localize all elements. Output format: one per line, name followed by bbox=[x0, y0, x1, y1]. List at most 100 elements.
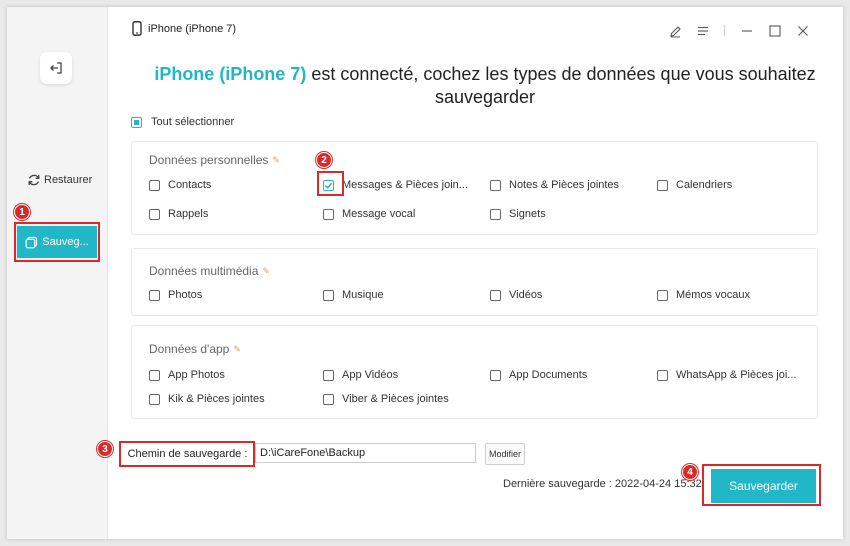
checkbox-icon bbox=[323, 289, 334, 301]
annotation-box-4 bbox=[702, 464, 821, 506]
section-title-text: Données personnelles bbox=[149, 153, 269, 167]
item-label: Signets bbox=[509, 208, 546, 220]
section-title-text: Données d'app bbox=[149, 342, 230, 356]
item-app-videos[interactable]: App Vidéos bbox=[323, 369, 398, 381]
checkbox-icon bbox=[149, 208, 160, 220]
checkbox-icon bbox=[490, 208, 501, 220]
section-media: Données multimédia ✎ Photos Musique Vidé… bbox=[131, 248, 818, 316]
item-label: Notes & Pièces jointes bbox=[509, 179, 620, 191]
annotation-badge-1: 1 bbox=[14, 204, 30, 220]
back-button[interactable] bbox=[40, 52, 72, 84]
annotation-badge-2: 2 bbox=[316, 152, 332, 168]
checkbox-icon bbox=[490, 179, 501, 191]
section-title-text: Données multimédia bbox=[149, 264, 259, 278]
annotation-box-3 bbox=[119, 441, 255, 467]
item-app-photos[interactable]: App Photos bbox=[149, 369, 225, 381]
edit-button[interactable] bbox=[667, 23, 683, 39]
annotation-box-2 bbox=[317, 171, 344, 196]
minimize-button[interactable] bbox=[739, 23, 755, 39]
item-viber[interactable]: Viber & Pièces jointes bbox=[323, 393, 449, 405]
item-label: App Photos bbox=[168, 369, 225, 381]
item-label: Viber & Pièces jointes bbox=[342, 393, 449, 405]
item-videos[interactable]: Vidéos bbox=[490, 289, 542, 301]
annotation-badge-3: 3 bbox=[97, 441, 113, 457]
annotation-badge-4: 4 bbox=[682, 464, 698, 480]
checkbox-icon bbox=[149, 179, 160, 191]
sidebar: Restaurer Sauveg... bbox=[7, 7, 108, 539]
item-label: Rappels bbox=[168, 208, 209, 220]
item-label: Vidéos bbox=[509, 289, 543, 301]
item-notes[interactable]: Notes & Pièces jointes bbox=[490, 179, 619, 191]
checkbox-partial-icon bbox=[131, 116, 142, 128]
modify-path-button[interactable]: Modifier bbox=[485, 443, 525, 465]
section-title-media: Données multimédia ✎ bbox=[149, 264, 270, 278]
item-label: WhatsApp & Pièces joi... bbox=[676, 369, 797, 381]
close-icon bbox=[798, 26, 808, 36]
page-title: iPhone (iPhone 7) est connecté, cochez l… bbox=[127, 63, 843, 109]
section-app: Données d'app ✎ App Photos App Vidéos Ap… bbox=[131, 325, 818, 419]
pencil-icon: ✎ bbox=[272, 154, 280, 165]
section-title-app: Données d'app ✎ bbox=[149, 342, 241, 356]
item-voicemail[interactable]: Message vocal bbox=[323, 208, 415, 220]
item-calendars[interactable]: Calendriers bbox=[657, 179, 732, 191]
checkbox-icon bbox=[657, 369, 668, 381]
checkbox-icon bbox=[657, 179, 668, 191]
item-label: Contacts bbox=[168, 179, 212, 191]
item-label: Photos bbox=[168, 289, 203, 301]
select-all-label: Tout sélectionner bbox=[151, 116, 235, 128]
maximize-icon bbox=[769, 25, 781, 37]
item-label: Musique bbox=[342, 289, 384, 301]
item-label: Kik & Pièces jointes bbox=[168, 393, 265, 405]
device-title: iPhone (iPhone 7) bbox=[148, 22, 237, 35]
checkbox-icon bbox=[149, 393, 160, 405]
sign-out-icon bbox=[50, 62, 62, 74]
item-label: Message vocal bbox=[342, 208, 416, 220]
phone-icon bbox=[132, 21, 142, 36]
item-label: App Vidéos bbox=[342, 369, 399, 381]
item-photos[interactable]: Photos bbox=[149, 289, 202, 301]
checkbox-icon bbox=[149, 369, 160, 381]
item-label: Calendriers bbox=[676, 179, 733, 191]
section-personal: Données personnelles ✎ Contacts Messages… bbox=[131, 141, 818, 235]
checkbox-icon bbox=[323, 393, 334, 405]
sidebar-item-restore[interactable]: Restaurer bbox=[27, 173, 92, 187]
backup-path-input[interactable] bbox=[255, 443, 476, 463]
refresh-icon bbox=[28, 174, 40, 186]
item-label: Mémos vocaux bbox=[676, 289, 750, 301]
item-kik[interactable]: Kik & Pièces jointes bbox=[149, 393, 265, 405]
item-voice-memos[interactable]: Mémos vocaux bbox=[657, 289, 750, 301]
close-button[interactable] bbox=[795, 23, 811, 39]
item-app-documents[interactable]: App Documents bbox=[490, 369, 587, 381]
select-all-checkbox[interactable]: Tout sélectionner bbox=[131, 116, 234, 128]
title-bar: iPhone (iPhone 7) bbox=[132, 21, 236, 36]
title-separator bbox=[724, 25, 725, 36]
heading-text: est connecté, cochez les types de donnée… bbox=[306, 64, 816, 107]
annotation-box-1 bbox=[14, 222, 100, 262]
item-contacts[interactable]: Contacts bbox=[149, 179, 211, 191]
item-label: Messages & Pièces join... bbox=[342, 179, 468, 191]
checkbox-icon bbox=[657, 289, 668, 301]
menu-icon bbox=[698, 26, 708, 36]
device-name: iPhone (iPhone 7) bbox=[154, 64, 307, 84]
app-window: Restaurer Sauveg... iPhone (iPhone 7) iP… bbox=[7, 7, 843, 539]
item-music[interactable]: Musique bbox=[323, 289, 384, 301]
item-reminders[interactable]: Rappels bbox=[149, 208, 208, 220]
checkbox-icon bbox=[149, 289, 160, 301]
checkbox-icon bbox=[490, 289, 501, 301]
item-bookmarks[interactable]: Signets bbox=[490, 208, 546, 220]
sidebar-item-label: Restaurer bbox=[44, 174, 93, 186]
menu-button[interactable] bbox=[695, 23, 711, 39]
item-messages[interactable]: Messages & Pièces join... bbox=[323, 179, 468, 191]
section-title-personal: Données personnelles ✎ bbox=[149, 153, 280, 167]
item-label: App Documents bbox=[509, 369, 588, 381]
last-backup-text: Dernière sauvegarde : 2022-04-24 15:32 bbox=[503, 478, 702, 490]
checkbox-icon bbox=[323, 369, 334, 381]
pencil-icon: ✎ bbox=[233, 343, 241, 354]
checkbox-icon bbox=[490, 369, 501, 381]
checkbox-icon bbox=[323, 208, 334, 220]
maximize-button[interactable] bbox=[767, 23, 783, 39]
item-whatsapp[interactable]: WhatsApp & Pièces joi... bbox=[657, 369, 796, 381]
pencil-icon bbox=[669, 25, 681, 37]
minimize-icon bbox=[742, 30, 752, 32]
pencil-icon: ✎ bbox=[262, 265, 270, 276]
